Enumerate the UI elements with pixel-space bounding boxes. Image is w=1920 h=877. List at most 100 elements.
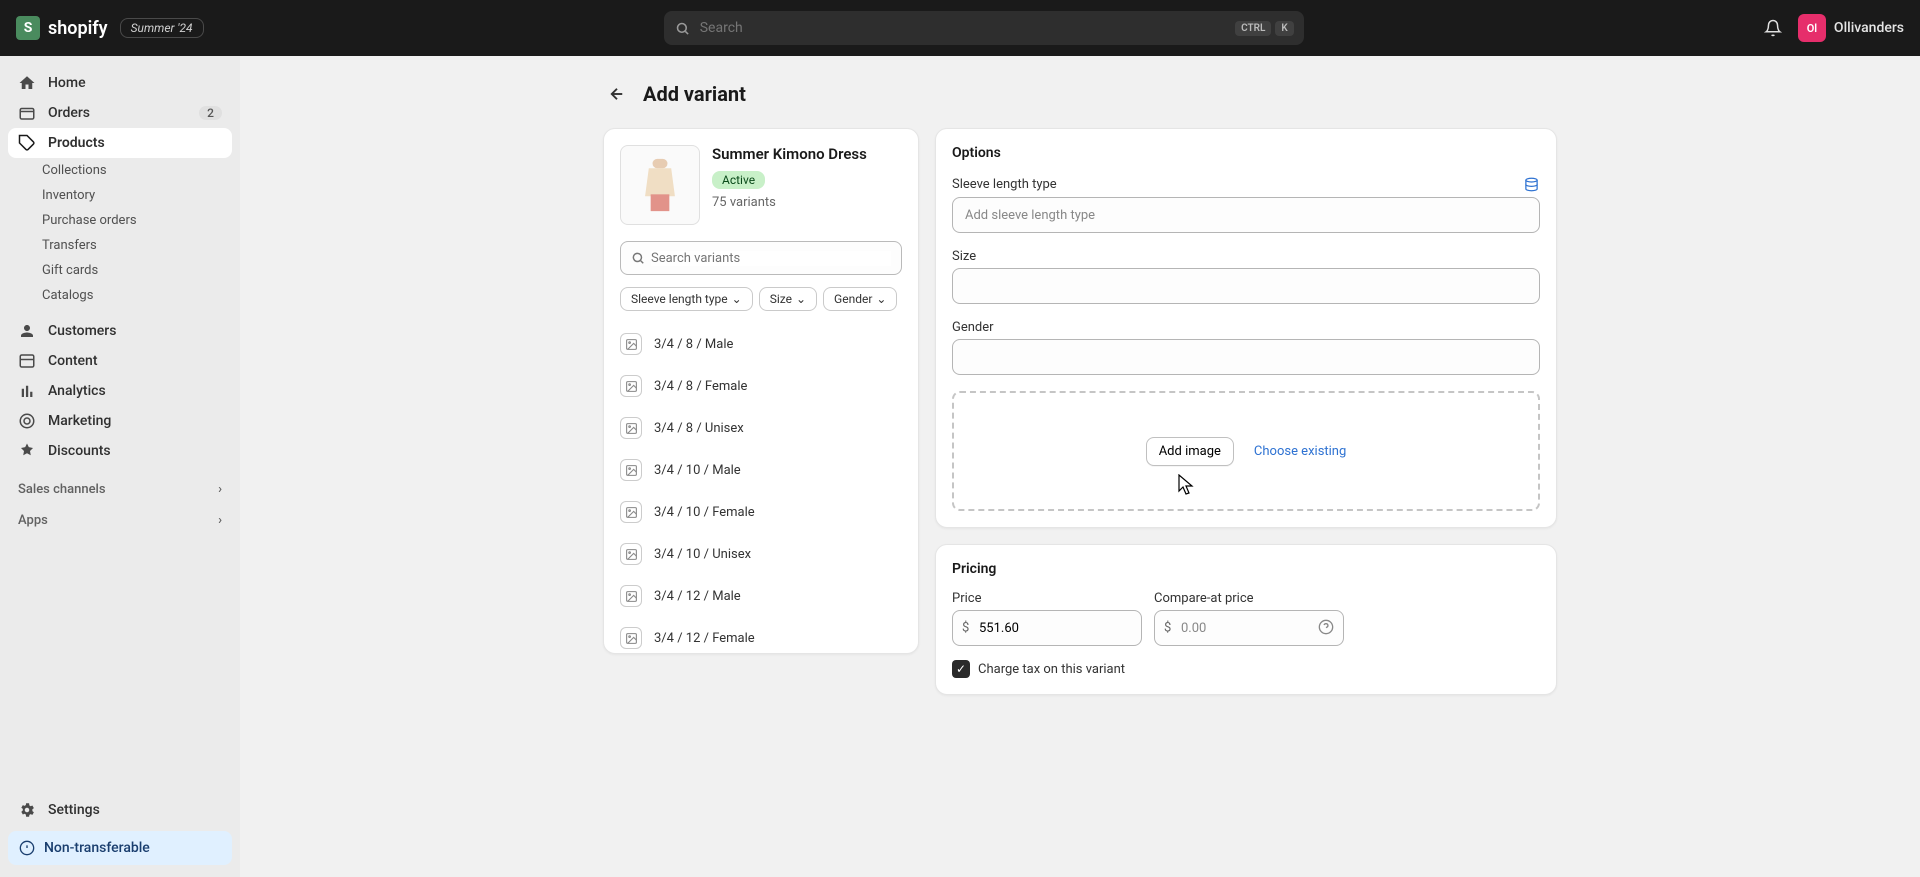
nav-catalogs[interactable]: Catalogs [8, 283, 232, 308]
variant-row[interactable]: 3/4 / 8 / Male [604, 323, 918, 365]
orders-count: 2 [199, 106, 222, 120]
chevron-right-icon: › [218, 513, 222, 528]
image-placeholder-icon [620, 417, 642, 439]
search-variants-input[interactable] [651, 251, 891, 266]
variant-row[interactable]: 3/4 / 12 / Male [604, 575, 918, 617]
filter-gender[interactable]: Gender⌄ [823, 287, 897, 311]
variant-label: 3/4 / 10 / Male [654, 463, 741, 478]
product-name: Summer Kimono Dress [712, 145, 867, 163]
nav-apps[interactable]: Apps › [8, 505, 232, 536]
brand-text: shopify [48, 18, 108, 39]
page-title: Add variant [643, 82, 746, 106]
search-input[interactable] [700, 20, 1227, 36]
non-transferable-badge[interactable]: Non-transferable [8, 831, 232, 865]
variant-label: 3/4 / 10 / Unisex [654, 547, 751, 562]
variant-row[interactable]: 3/4 / 10 / Female [604, 491, 918, 533]
variant-label: 3/4 / 10 / Female [654, 505, 755, 520]
search-variants[interactable] [620, 241, 902, 275]
sidebar: Home Orders 2 Products Collections Inven… [0, 56, 240, 877]
product-card: Summer Kimono Dress Active 75 variants [603, 128, 919, 654]
sleeve-label: Sleeve length type [952, 177, 1057, 192]
image-placeholder-icon [620, 543, 642, 565]
nav-inventory[interactable]: Inventory [8, 183, 232, 208]
username: Ollivanders [1834, 20, 1904, 36]
filter-size[interactable]: Size⌄ [759, 287, 817, 311]
variant-row[interactable]: 3/4 / 10 / Unisex [604, 533, 918, 575]
chevron-down-icon: ⌄ [732, 292, 742, 306]
compare-label: Compare-at price [1154, 591, 1344, 606]
nav-products[interactable]: Products [8, 128, 232, 158]
price-input[interactable] [952, 610, 1142, 646]
tax-label: Charge tax on this variant [978, 662, 1125, 677]
discounts-icon [18, 442, 36, 460]
image-placeholder-icon [620, 375, 642, 397]
back-button[interactable] [603, 80, 631, 108]
nav-orders[interactable]: Orders 2 [8, 98, 232, 128]
size-input[interactable] [952, 268, 1540, 304]
sleeve-input[interactable] [952, 197, 1540, 233]
nav-analytics[interactable]: Analytics [8, 376, 232, 406]
status-badge: Active [712, 171, 765, 189]
tax-checkbox-row[interactable]: ✓ Charge tax on this variant [952, 660, 1540, 678]
chevron-right-icon: › [218, 482, 222, 497]
checkbox-checked-icon[interactable]: ✓ [952, 660, 970, 678]
nav-marketing[interactable]: Marketing [8, 406, 232, 436]
currency-symbol: $ [1164, 621, 1171, 636]
variant-list[interactable]: 3/4 / 8 / Male 3/4 / 8 / Female 3/4 / 8 / … [604, 323, 918, 653]
nav-purchase-orders[interactable]: Purchase orders [8, 208, 232, 233]
size-label: Size [952, 249, 976, 264]
add-image-button[interactable]: Add image [1146, 437, 1234, 466]
image-placeholder-icon [620, 333, 642, 355]
variant-row[interactable]: 3/4 / 8 / Female [604, 365, 918, 407]
orders-icon [18, 104, 36, 122]
help-icon[interactable] [1318, 619, 1336, 637]
info-icon [18, 839, 36, 857]
variant-row[interactable]: 3/4 / 12 / Female [604, 617, 918, 653]
image-dropzone[interactable]: Add image Choose existing [952, 391, 1540, 511]
gender-label: Gender [952, 320, 994, 335]
image-placeholder-icon [620, 501, 642, 523]
analytics-icon [18, 382, 36, 400]
summer-badge: Summer '24 [120, 18, 204, 38]
logo[interactable]: S shopify [16, 16, 108, 40]
notifications-icon[interactable] [1764, 19, 1782, 37]
main-content: Add variant Summer Kimono Dress Active [240, 56, 1920, 877]
variant-row[interactable]: 3/4 / 10 / Male [604, 449, 918, 491]
user-menu[interactable]: Ol Ollivanders [1798, 14, 1904, 42]
pricing-title: Pricing [952, 561, 1540, 577]
search-icon [674, 19, 692, 37]
variant-label: 3/4 / 8 / Unisex [654, 421, 744, 436]
image-placeholder-icon [620, 585, 642, 607]
filter-sleeve[interactable]: Sleeve length type⌄ [620, 287, 753, 311]
image-placeholder-icon [620, 627, 642, 649]
variant-label: 3/4 / 12 / Male [654, 589, 741, 604]
nav-sales-channels[interactable]: Sales channels › [8, 474, 232, 505]
gender-input[interactable] [952, 339, 1540, 375]
gear-icon [18, 801, 36, 819]
nav-settings[interactable]: Settings [8, 795, 232, 825]
marketing-icon [18, 412, 36, 430]
nav-gift-cards[interactable]: Gift cards [8, 258, 232, 283]
image-placeholder-icon [620, 459, 642, 481]
shopify-logo-icon: S [16, 16, 40, 40]
compare-input[interactable] [1154, 610, 1344, 646]
chevron-down-icon: ⌄ [876, 292, 886, 306]
variant-label: 3/4 / 8 / Male [654, 337, 733, 352]
nav-customers[interactable]: Customers [8, 316, 232, 346]
variant-row[interactable]: 3/4 / 8 / Unisex [604, 407, 918, 449]
nav-collections[interactable]: Collections [8, 158, 232, 183]
pricing-card: Pricing Price $ Compare-at price [935, 544, 1557, 695]
database-icon[interactable] [1522, 175, 1540, 193]
nav-content[interactable]: Content [8, 346, 232, 376]
nav-transfers[interactable]: Transfers [8, 233, 232, 258]
nav-home[interactable]: Home [8, 68, 232, 98]
product-image[interactable] [620, 145, 700, 225]
choose-existing-link[interactable]: Choose existing [1254, 444, 1346, 459]
options-card: Options Sleeve length type Size [935, 128, 1557, 528]
global-search[interactable]: CTRL K [664, 11, 1304, 45]
price-label: Price [952, 591, 1142, 606]
variant-label: 3/4 / 12 / Female [654, 631, 755, 646]
nav-discounts[interactable]: Discounts [8, 436, 232, 466]
kbd-k: K [1275, 21, 1293, 36]
avatar: Ol [1798, 14, 1826, 42]
